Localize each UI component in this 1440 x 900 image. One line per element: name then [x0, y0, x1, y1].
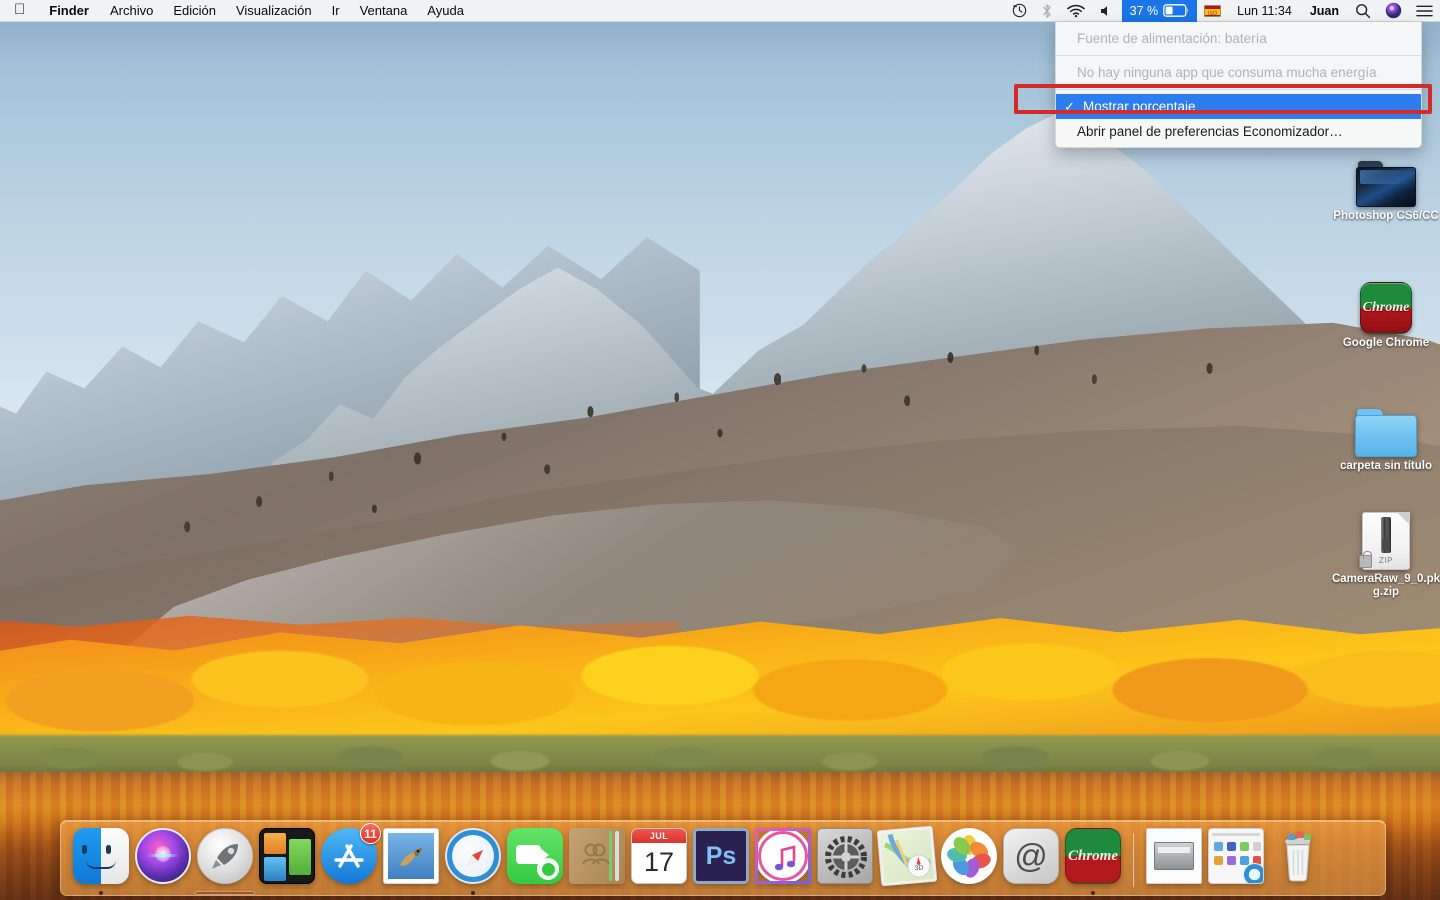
mail-stamp-icon — [383, 828, 439, 884]
dock-item-facetime[interactable] — [504, 825, 566, 897]
dock-item-itunes[interactable] — [752, 825, 814, 897]
menu-item-ir[interactable]: Ir — [322, 0, 350, 22]
desktop-icon-label: Google Chrome — [1342, 337, 1430, 349]
contacts-book-icon — [569, 828, 625, 884]
dock-item-mail[interactable] — [380, 825, 442, 897]
desktop-icon-label: CameraRaw_9_0.pkg.zip — [1331, 573, 1440, 598]
menu-item-archivo[interactable]: Archivo — [100, 0, 163, 22]
fast-user-switch[interactable]: Juan — [1301, 0, 1348, 22]
spain-flag-icon: ISO — [1204, 4, 1222, 17]
dock-item-safari[interactable] — [442, 825, 504, 897]
at-sign-icon: @ — [1003, 828, 1059, 884]
safari-compass-icon — [445, 828, 501, 884]
documents-stack-icon — [1146, 828, 1202, 884]
siri-icon — [135, 828, 191, 884]
facetime-video-icon — [507, 828, 563, 884]
menu-bar:  Finder Archivo Edición Visualización I… — [0, 0, 1440, 22]
photoshop-glyph: Ps — [693, 828, 749, 884]
desktop-icon-camera-raw-zip[interactable]: ZIP CameraRaw_9_0.pkg.zip — [1330, 508, 1440, 599]
chrome-glyph: Chrome — [1065, 828, 1121, 884]
desktop-icon-google-chrome[interactable]: Chrome Google Chrome — [1330, 272, 1440, 350]
itunes-note-icon — [755, 828, 811, 884]
time-machine-icon[interactable] — [1005, 0, 1034, 22]
menu-apps-note: No hay ninguna app que consuma mucha ene… — [1077, 65, 1377, 80]
running-indicator — [471, 891, 475, 895]
finder-icon — [73, 828, 129, 884]
siri-icon[interactable] — [1378, 0, 1409, 22]
dock-stack-documents[interactable] — [1143, 825, 1205, 897]
desktop-icon-label: carpeta sin título — [1339, 460, 1433, 472]
desktop-icon-photoshop-folder[interactable]: Photoshop CS6/CC — [1330, 145, 1440, 223]
calendar-month: JUL — [632, 829, 686, 843]
dock-stack-downloads[interactable] — [1205, 825, 1267, 897]
running-indicator — [1091, 891, 1095, 895]
dock-item-photos[interactable] — [938, 825, 1000, 897]
battery-status-menu[interactable]: 37 % — [1121, 0, 1198, 22]
checkmark-icon: ✓ — [1064, 99, 1075, 114]
keyboard-layout-flag[interactable]: ISO — [1197, 0, 1228, 22]
photos-pinwheel-icon — [941, 828, 997, 884]
chrome-icon: Chrome — [1065, 828, 1121, 884]
wallpaper-conifers — [0, 300, 1440, 660]
menu-bar-left:  Finder Archivo Edición Visualización I… — [0, 0, 474, 22]
chrome-app-icon: Chrome — [1330, 272, 1440, 334]
calendar-icon: JUL 17 — [631, 828, 687, 884]
dock: 11 JUL 17 Ps 3D @ Chrome — [60, 820, 1386, 896]
dark-folder-icon — [1330, 145, 1440, 207]
dock-item-contacts[interactable] — [566, 825, 628, 897]
menu-divider — [1056, 89, 1421, 90]
dock-item-app-store[interactable]: 11 — [318, 823, 381, 897]
menu-item-ayuda[interactable]: Ayuda — [417, 0, 474, 22]
battery-percent-label: 37 % — [1129, 3, 1159, 18]
menu-bar-clock[interactable]: Lun 11:34 — [1228, 0, 1301, 22]
desktop-icon-untitled-folder[interactable]: carpeta sin título — [1330, 395, 1440, 473]
dock-item-google-chrome[interactable]: Chrome — [1062, 825, 1124, 897]
menu-power-source: Fuente de alimentación: batería — [1077, 31, 1267, 46]
dock-item-finder[interactable] — [70, 825, 132, 897]
desktop-icon-label: Photoshop CS6/CC — [1333, 210, 1439, 222]
dock-item-maps[interactable]: 3D — [876, 825, 938, 897]
menu-item-label: Mostrar porcentaje — [1083, 99, 1196, 114]
dock-item-siri[interactable] — [132, 825, 194, 897]
running-indicator — [99, 891, 103, 895]
trash-icon — [1270, 828, 1326, 884]
launchpad-indicator-bar — [195, 891, 255, 895]
menu-item-ventana[interactable]: Ventana — [350, 0, 418, 22]
wifi-icon[interactable] — [1060, 0, 1092, 22]
dock-item-system-preferences[interactable] — [814, 825, 876, 897]
list-lines-icon[interactable] — [1409, 0, 1440, 22]
launchpad-rocket-icon — [197, 828, 253, 884]
maps-icon: 3D — [876, 825, 938, 887]
menu-item-finder[interactable]: Finder — [38, 0, 100, 22]
dock-item-at-mail[interactable]: @ — [1000, 825, 1062, 897]
mission-control-icon — [259, 828, 315, 884]
downloads-stack-icon — [1208, 828, 1264, 884]
blue-folder-icon — [1330, 395, 1440, 457]
menu-item-show-percentage[interactable]: ✓ Mostrar porcentaje — [1056, 94, 1421, 119]
calendar-day: 17 — [643, 847, 675, 877]
at-glyph: @ — [1003, 828, 1059, 884]
dock-item-trash[interactable] — [1267, 825, 1329, 897]
menu-item-open-energy-saver[interactable]: Abrir panel de preferencias Economizador… — [1056, 119, 1421, 144]
gear-icon — [817, 828, 873, 884]
app-store-badge: 11 — [360, 823, 381, 844]
battery-dropdown-menu: Fuente de alimentación: batería No hay n… — [1055, 22, 1422, 148]
dock-item-launchpad[interactable] — [194, 825, 256, 897]
battery-icon — [1163, 4, 1189, 17]
menu-item-edicion[interactable]: Edición — [163, 0, 226, 22]
bluetooth-icon[interactable] — [1034, 0, 1060, 22]
menu-bar-status-area: 37 % ISO Lun 11:34 Juan — [1005, 0, 1440, 22]
apple-logo-icon[interactable]:  — [0, 0, 38, 22]
dock-item-mission-control[interactable] — [256, 825, 318, 897]
dock-item-calendar[interactable]: JUL 17 — [628, 825, 690, 897]
dock-separator — [1133, 833, 1134, 887]
search-icon[interactable] — [1348, 0, 1378, 22]
menu-item-visualizacion[interactable]: Visualización — [226, 0, 322, 22]
photoshop-icon: Ps — [693, 828, 749, 884]
speaker-icon[interactable] — [1092, 0, 1122, 22]
svg-text:3D: 3D — [914, 865, 924, 873]
menu-divider — [1056, 55, 1421, 56]
dock-item-photoshop[interactable]: Ps — [690, 825, 752, 897]
zip-archive-icon: ZIP — [1330, 508, 1440, 570]
